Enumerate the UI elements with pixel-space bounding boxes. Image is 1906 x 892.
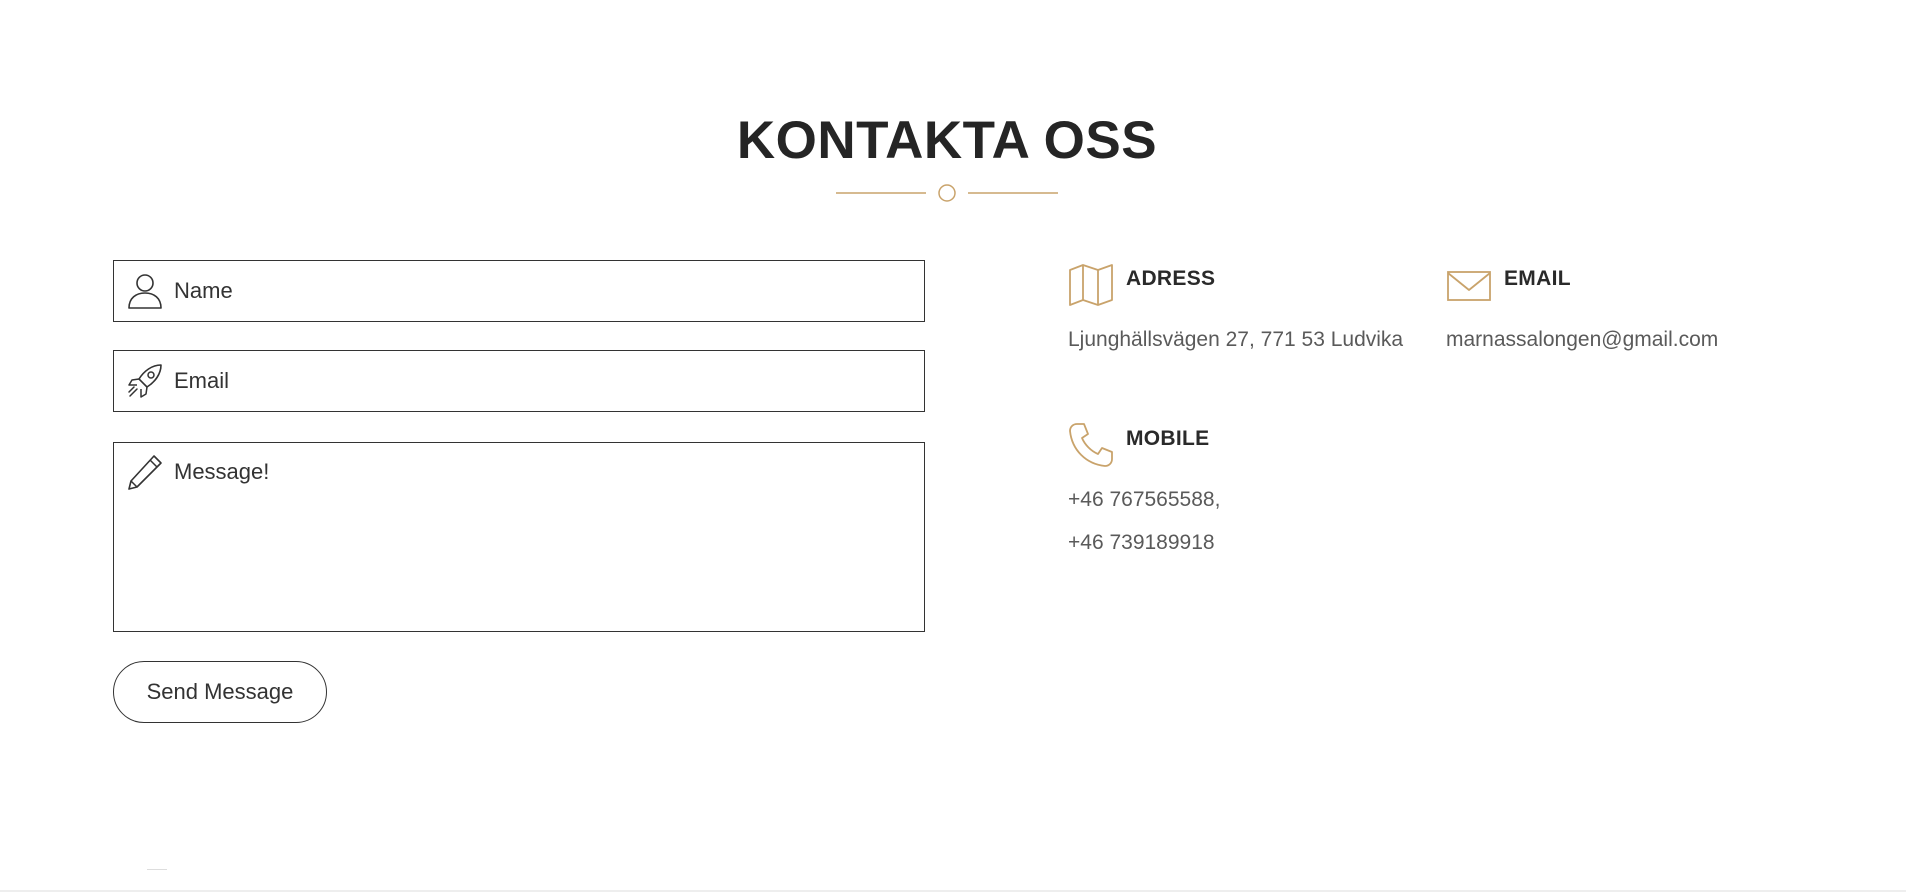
- message-input[interactable]: [174, 459, 912, 621]
- contact-section: KONTAKTA OSS Send Messa: [0, 0, 1906, 892]
- address-text: Ljunghällsvägen 27, 771 53 Ludvika: [1068, 328, 1404, 351]
- email-heading: EMAIL: [1504, 267, 1571, 290]
- rocket-icon: [128, 364, 162, 398]
- phone-icon: [1069, 423, 1113, 467]
- email-block: EMAIL marnassalongen@gmail.com: [1446, 260, 1766, 370]
- map-icon: [1069, 264, 1113, 306]
- mobile-heading: MOBILE: [1126, 427, 1210, 450]
- mobile-block: MOBILE +46 767565588, +46 739189918: [1068, 420, 1408, 570]
- envelope-icon: [1447, 271, 1491, 301]
- email-input[interactable]: [174, 351, 912, 411]
- message-field[interactable]: [113, 442, 925, 632]
- page-title: KONTAKTA OSS: [736, 111, 1158, 170]
- name-field[interactable]: [113, 260, 925, 322]
- address-heading: ADRESS: [1126, 267, 1216, 290]
- tiny-divider: [147, 869, 167, 870]
- mobile-number-2[interactable]: +46 739189918: [1068, 521, 1215, 564]
- email-field[interactable]: [113, 350, 925, 412]
- user-icon: [128, 274, 162, 309]
- mobile-number-1[interactable]: +46 767565588,: [1068, 478, 1220, 521]
- email-text[interactable]: marnassalongen@gmail.com: [1446, 318, 1718, 361]
- title-divider: [836, 184, 1058, 202]
- pencil-icon: [128, 455, 162, 490]
- send-message-button[interactable]: Send Message: [113, 661, 327, 723]
- name-input[interactable]: [174, 261, 912, 321]
- address-block: ADRESS Ljunghällsvägen 27, 771 53 Ludvik…: [1068, 260, 1408, 370]
